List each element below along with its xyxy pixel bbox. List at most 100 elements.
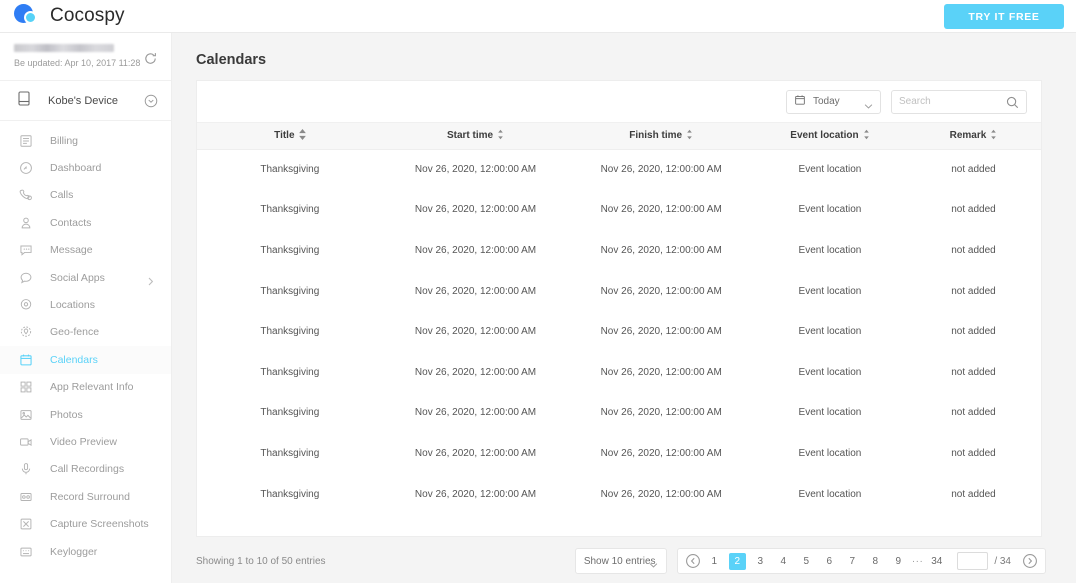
column-header-event-location[interactable]: Event location bbox=[754, 123, 906, 150]
column-header-start-time[interactable]: Start time bbox=[382, 123, 569, 150]
entries-per-page-dropdown[interactable]: Show 10 entries bbox=[574, 548, 667, 574]
sidebar-item-locations[interactable]: Locations bbox=[0, 291, 171, 318]
sidebar-item-message[interactable]: Message bbox=[0, 237, 171, 264]
page-button[interactable]: 9 bbox=[890, 553, 907, 570]
cell-remark: not added bbox=[951, 447, 996, 459]
table-row[interactable]: Thanksgiving Nov 26, 2020, 12:00:00 AM N… bbox=[197, 352, 1041, 393]
account-email-redacted bbox=[14, 44, 114, 52]
photo-icon bbox=[18, 407, 34, 423]
account-section: Be updated: Apr 10, 2017 11:28 bbox=[0, 33, 171, 81]
goto-page-input[interactable] bbox=[957, 552, 989, 570]
cell-finish-time: Nov 26, 2020, 12:00:00 AM bbox=[600, 407, 722, 419]
cell-event-location: Event location bbox=[798, 164, 862, 176]
sidebar-item-photos[interactable]: Photos bbox=[0, 401, 171, 428]
page-button-last[interactable]: 34 bbox=[928, 553, 945, 570]
cell-finish-time: Nov 26, 2020, 12:00:00 AM bbox=[600, 285, 722, 297]
location-pin-icon bbox=[18, 297, 34, 313]
cell-finish-time: Nov 26, 2020, 12:00:00 AM bbox=[600, 204, 722, 216]
sort-icon[interactable] bbox=[298, 128, 306, 143]
app-grid-icon bbox=[18, 379, 34, 395]
entries-per-page-label: Show 10 entries bbox=[583, 555, 656, 567]
search-input[interactable] bbox=[899, 96, 1007, 107]
keyboard-icon bbox=[18, 544, 34, 560]
cell-title: Thanksgiving bbox=[260, 326, 320, 338]
sidebar-item-social-apps[interactable]: Social Apps bbox=[0, 264, 171, 291]
sidebar-item-capture-screenshots[interactable]: Capture Screenshots bbox=[0, 510, 171, 537]
page-button[interactable]: 5 bbox=[798, 553, 815, 570]
sidebar-item-label: App Relevant Info bbox=[50, 381, 134, 394]
cell-start-time: Nov 26, 2020, 12:00:00 AM bbox=[414, 447, 537, 459]
sidebar-item-geo-fence[interactable]: Geo-fence bbox=[0, 319, 171, 346]
sort-icon[interactable] bbox=[497, 129, 504, 143]
chevron-left-circle-icon[interactable] bbox=[685, 553, 702, 570]
table-row[interactable]: Thanksgiving Nov 26, 2020, 12:00:00 AM N… bbox=[197, 149, 1041, 190]
table-head: Title Start time Finish time Event locat… bbox=[197, 123, 1041, 150]
column-label: Remark bbox=[949, 130, 987, 142]
table-row[interactable]: Thanksgiving Nov 26, 2020, 12:00:00 AM N… bbox=[197, 311, 1041, 352]
table-row[interactable]: Thanksgiving Nov 26, 2020, 12:00:00 AM N… bbox=[197, 271, 1041, 312]
search-box[interactable] bbox=[891, 89, 1027, 114]
chevron-right-circle-icon[interactable] bbox=[1021, 553, 1038, 570]
cell-finish-time: Nov 26, 2020, 12:00:00 AM bbox=[600, 326, 722, 338]
cell-start-time: Nov 26, 2020, 12:00:00 AM bbox=[414, 326, 537, 338]
refresh-icon[interactable] bbox=[143, 51, 158, 66]
cell-title: Thanksgiving bbox=[260, 488, 320, 500]
calendars-card: Today Search Title Start time Finish tim… bbox=[196, 80, 1042, 537]
sidebar-item-calls[interactable]: Calls bbox=[0, 182, 171, 209]
cell-finish-time: Nov 26, 2020, 12:00:00 AM bbox=[600, 447, 722, 459]
sidebar-nav: Billing Dashboard Calls Contacts Message… bbox=[0, 121, 171, 565]
column-header-remark[interactable]: Remark bbox=[905, 123, 1041, 150]
page-button[interactable]: 6 bbox=[821, 553, 838, 570]
table-row[interactable]: Thanksgiving Nov 26, 2020, 12:00:00 AM N… bbox=[197, 433, 1041, 474]
page-button[interactable]: 4 bbox=[775, 553, 792, 570]
cell-start-time: Nov 26, 2020, 12:00:00 AM bbox=[414, 366, 537, 378]
column-label: Event location bbox=[790, 130, 859, 142]
sort-icon[interactable] bbox=[686, 129, 693, 143]
table-footer: Showing 1 to 10 of 50 entries Show 10 en… bbox=[172, 539, 1076, 583]
page-button-active[interactable]: 2 bbox=[728, 552, 746, 570]
sidebar-item-label: Keylogger bbox=[50, 545, 98, 558]
table-row[interactable]: Thanksgiving Nov 26, 2020, 12:00:00 AM N… bbox=[197, 230, 1041, 271]
page-button[interactable]: 8 bbox=[867, 553, 884, 570]
column-label: Title bbox=[274, 130, 295, 142]
cell-remark: not added bbox=[951, 204, 996, 216]
device-selector[interactable]: Kobe's Device bbox=[0, 81, 171, 121]
sidebar-item-calendars[interactable]: Calendars bbox=[0, 346, 171, 374]
sort-icon[interactable] bbox=[863, 129, 870, 143]
table-row[interactable]: Thanksgiving Nov 26, 2020, 12:00:00 AM N… bbox=[197, 190, 1041, 231]
table-row[interactable]: Thanksgiving Nov 26, 2020, 12:00:00 AM N… bbox=[197, 474, 1041, 515]
brand-name: Cocospy bbox=[50, 5, 125, 26]
page-button[interactable]: 3 bbox=[752, 553, 769, 570]
table-body: Thanksgiving Nov 26, 2020, 12:00:00 AM N… bbox=[197, 149, 1041, 514]
video-camera-icon bbox=[18, 434, 34, 450]
chevron-down-circle-icon[interactable] bbox=[144, 94, 158, 113]
brand[interactable]: Cocospy bbox=[14, 3, 125, 29]
page-button[interactable]: 1 bbox=[706, 553, 723, 570]
sidebar-item-app-relevant-info[interactable]: App Relevant Info bbox=[0, 374, 171, 401]
page-button[interactable]: 7 bbox=[844, 553, 861, 570]
column-header-title[interactable]: Title bbox=[197, 123, 383, 150]
cell-finish-time: Nov 26, 2020, 12:00:00 AM bbox=[600, 244, 722, 256]
cell-finish-time: Nov 26, 2020, 12:00:00 AM bbox=[600, 366, 722, 378]
sidebar-item-contacts[interactable]: Contacts bbox=[0, 209, 171, 236]
cell-start-time: Nov 26, 2020, 12:00:00 AM bbox=[414, 204, 537, 216]
sidebar-item-label: Dashboard bbox=[50, 162, 102, 175]
try-it-free-button[interactable]: TRY IT FREE bbox=[944, 4, 1064, 29]
app-root: Cocospy TRY IT FREE Be updated: Apr 10, … bbox=[0, 0, 1076, 583]
search-icon[interactable] bbox=[1006, 96, 1019, 114]
sidebar-item-video-preview[interactable]: Video Preview bbox=[0, 428, 171, 455]
date-filter-dropdown[interactable]: Today bbox=[786, 89, 881, 114]
table-row[interactable]: Thanksgiving Nov 26, 2020, 12:00:00 AM N… bbox=[197, 393, 1041, 434]
chevron-right-icon[interactable] bbox=[147, 273, 155, 291]
cell-title: Thanksgiving bbox=[260, 285, 320, 297]
screenshot-icon bbox=[18, 516, 34, 532]
column-header-finish-time[interactable]: Finish time bbox=[568, 123, 755, 150]
sidebar-item-label: Locations bbox=[50, 299, 95, 312]
sidebar-item-dashboard[interactable]: Dashboard bbox=[0, 154, 171, 181]
sort-icon[interactable] bbox=[990, 129, 997, 143]
sidebar-item-record-surround[interactable]: Record Surround bbox=[0, 483, 171, 510]
sidebar-item-label: Capture Screenshots bbox=[50, 518, 149, 531]
sidebar-item-call-recordings[interactable]: Call Recordings bbox=[0, 456, 171, 483]
sidebar-item-keylogger[interactable]: Keylogger bbox=[0, 538, 171, 565]
sidebar-item-billing[interactable]: Billing bbox=[0, 127, 171, 154]
